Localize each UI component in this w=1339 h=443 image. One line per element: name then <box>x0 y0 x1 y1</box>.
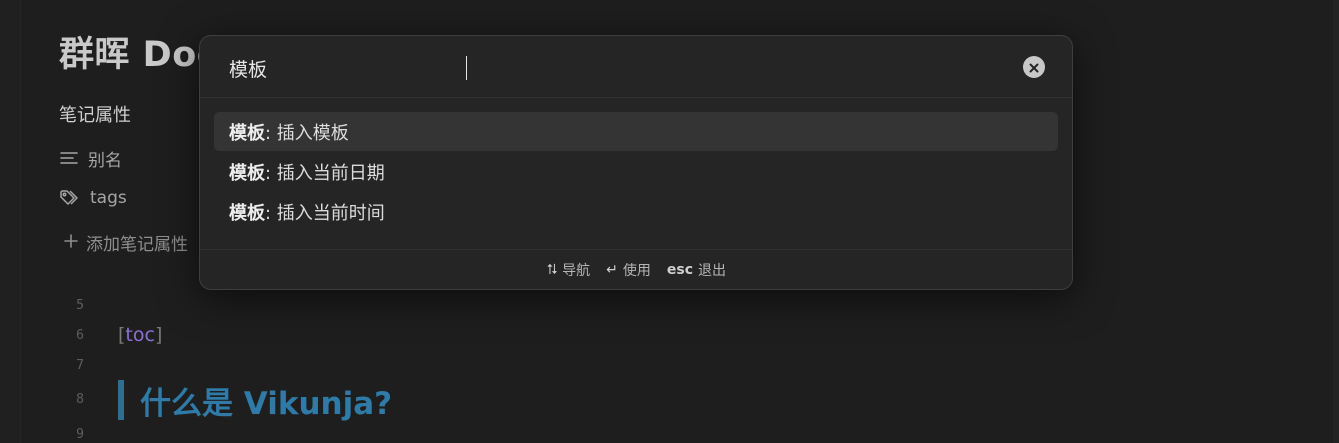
hint-use: ↵ 使用 <box>606 260 651 280</box>
property-label: tags <box>90 188 127 208</box>
text-lines-icon <box>59 150 79 166</box>
toc-link[interactable]: toc <box>125 324 155 346</box>
heading-line[interactable]: 什么是 Vikunja? <box>118 380 393 422</box>
result-match: 模板 <box>229 202 265 224</box>
palette-search-input[interactable] <box>229 55 1009 81</box>
text-caret <box>466 56 467 80</box>
right-scroll-edge[interactable] <box>1333 0 1339 443</box>
hint-label: 导航 <box>562 263 591 279</box>
line-number: 9 <box>76 427 84 442</box>
add-property-button[interactable]: 添加笔记属性 <box>64 230 188 255</box>
toc-bracket-close: ] <box>154 324 163 346</box>
palette-result-item[interactable]: 模板: 插入当前时间 <box>214 192 1058 231</box>
heading-accent-bar <box>118 380 124 420</box>
result-command: : 插入当前日期 <box>265 162 385 184</box>
left-gutter <box>0 0 21 443</box>
section-heading: 什么是 Vikunja? <box>140 385 393 422</box>
hint-navigate: ⮁ 导航 <box>546 260 590 280</box>
palette-result-item[interactable]: 模板: 插入模板 <box>214 112 1058 151</box>
enter-key-icon: ↵ <box>606 262 618 278</box>
add-property-label: 添加笔记属性 <box>86 235 188 255</box>
esc-key: esc <box>666 262 694 278</box>
property-row-aliases[interactable]: 别名 <box>59 146 122 171</box>
line-number: 6 <box>76 328 84 343</box>
hint-label: 使用 <box>622 263 651 279</box>
palette-results-list: 模板: 插入模板 模板: 插入当前日期 模板: 插入当前时间 <box>214 112 1058 232</box>
palette-instructions: ⮁ 导航 ↵ 使用 esc 退出 <box>200 249 1072 289</box>
close-icon <box>1029 58 1039 77</box>
command-palette: 模板: 插入模板 模板: 插入当前日期 模板: 插入当前时间 ⮁ 导航 ↵ 使用… <box>199 35 1073 290</box>
properties-heading[interactable]: 笔记属性 <box>59 101 131 127</box>
line-number: 5 <box>76 298 84 313</box>
palette-result-item[interactable]: 模板: 插入当前日期 <box>214 152 1058 191</box>
result-match: 模板 <box>229 162 265 184</box>
up-down-arrows-icon: ⮁ <box>545 262 558 278</box>
line-number: 8 <box>76 392 84 407</box>
hint-escape: esc 退出 <box>667 260 726 280</box>
result-command: : 插入当前时间 <box>265 202 385 224</box>
line-number: 7 <box>76 358 84 373</box>
result-command: : 插入模板 <box>265 122 349 144</box>
clear-search-button[interactable] <box>1023 56 1045 78</box>
result-match: 模板 <box>229 122 265 144</box>
plus-icon <box>64 233 78 253</box>
property-row-tags[interactable]: tags <box>59 186 127 210</box>
toc-line[interactable]: [toc] <box>118 324 162 346</box>
hint-label: 退出 <box>698 263 727 279</box>
tags-icon <box>59 189 81 207</box>
palette-search-row <box>200 36 1072 98</box>
property-label: 别名 <box>88 150 122 171</box>
